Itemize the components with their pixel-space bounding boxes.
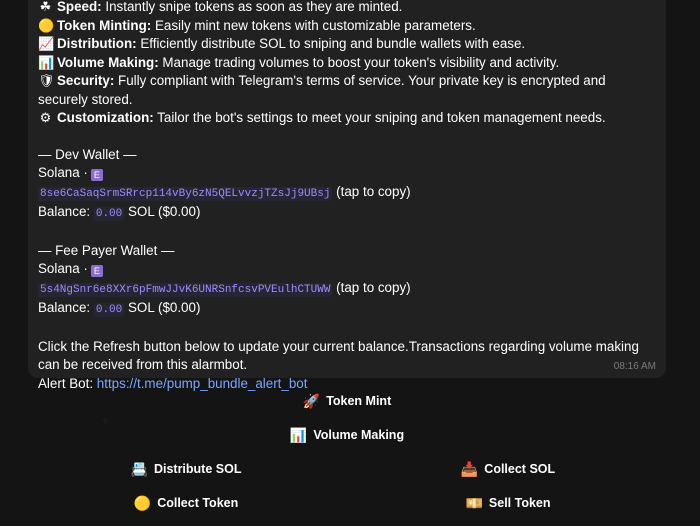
copy-hint: (tap to copy) (332, 279, 411, 295)
feature-token-minting: 🟡 Token Minting: Easily mint new tokens w… (38, 17, 656, 36)
collect-sol-button[interactable]: 📥 Collect SOL (350, 455, 666, 483)
cash-register-icon: 📇 (130, 460, 148, 477)
chain-label: Solana · (38, 261, 88, 276)
button-label: Token Mint (326, 394, 392, 408)
balance-label: Balance: (38, 300, 94, 315)
collect-token-button[interactable]: 🟡 Collect Token (28, 489, 344, 517)
shield-icon: 🛡 (38, 73, 55, 88)
feature-label: Security: (57, 73, 115, 88)
feature-label: Token Minting: (57, 17, 152, 33)
balance-label: Balance: (38, 204, 94, 219)
button-label: Volume Making (313, 428, 405, 442)
feature-text: Instantly snipe tokens as soon as they a… (101, 0, 403, 14)
dev-wallet-balance: Balance: 0.00 SOL ($0.00) (38, 203, 656, 224)
chain-label: Solana · (38, 165, 88, 180)
clover-icon: ☘ (39, 0, 52, 14)
feature-label: Volume Making: (57, 54, 159, 70)
token-mint-button[interactable]: 🚀 Token Mint (28, 387, 666, 415)
button-label: Distribute SOL (153, 462, 242, 476)
bar-chart-icon: 📊 (289, 426, 308, 443)
fee-wallet-chain: Solana · E (38, 260, 656, 279)
sell-token-button[interactable]: 💴 Sell Token (350, 489, 666, 517)
volume-making-button[interactable]: 📊 Volume Making (28, 421, 666, 449)
fee-wallet-address-row: 5s4NgSnr6e8XXr6pFmwJJvK6UNRSnfcsvPVEulhC… (38, 279, 656, 300)
button-label: Sell Token (488, 496, 551, 510)
yellow-circle-icon: 🟡 (133, 494, 152, 511)
bar-chart-icon: 📊 (38, 54, 55, 70)
fee-wallet-address[interactable]: 5s4NgSnr6e8XXr6pFmwJJvK6UNRSnfcsvPVEulhC… (38, 282, 333, 297)
feature-distribution: 📈 Distribution: Efficiently distribute SO… (38, 35, 656, 54)
feature-volume-making: 📊 Volume Making: Manage trading volumes t… (38, 54, 656, 73)
solana-badge-icon: E (90, 265, 103, 277)
footer-text: Click the Refresh button below to update… (38, 338, 639, 373)
dev-wallet-header: — Dev Wallet — (38, 146, 137, 162)
money-icon: 💴 (465, 494, 483, 511)
solana-badge-icon: E (90, 169, 103, 181)
chart-up-icon: 📈 (38, 36, 55, 51)
distribute-sol-button[interactable]: 📇 Distribute SOL (28, 455, 344, 483)
message-bubble: ☘ Speed: Instantly snipe tokens as soon a… (28, 0, 666, 391)
dev-wallet-address[interactable]: 8se6CaSaqSrmSRrcp114vBy6zN5QELvvzjTZsJj9… (38, 186, 333, 201)
feature-label: Customization: (57, 110, 154, 125)
copy-hint: (tap to copy) (332, 183, 411, 199)
feature-label: Speed: (57, 0, 102, 14)
gear-icon: ⚙ (39, 110, 52, 125)
button-label: Collect SOL (484, 462, 556, 476)
inbox-tray-icon: 📥 (460, 460, 479, 477)
balance-suffix: SOL ($0.00) (124, 204, 201, 219)
balance-value[interactable]: 0.00 (93, 207, 125, 221)
rocket-icon: 🚀 (302, 392, 321, 409)
feature-security: 🛡 Security: Fully compliant with Telegram… (38, 72, 656, 109)
chat-view: ☘ Speed: Instantly snipe tokens as soon a… (0, 0, 700, 526)
feature-text: Easily mint new tokens with customizable… (151, 17, 476, 33)
feature-text: Fully compliant with Telegram's terms of… (38, 73, 606, 107)
button-label: Collect Token (157, 496, 239, 510)
feature-text: Tailor the bot's settings to meet your s… (153, 110, 606, 125)
dev-wallet-chain: Solana · E (38, 164, 656, 183)
feature-text: Manage trading volumes to boost your tok… (158, 54, 560, 70)
fee-wallet-balance: Balance: 0.00 SOL ($0.00) (38, 299, 656, 320)
feature-speed: ☘ Speed: Instantly snipe tokens as soon a… (38, 0, 656, 17)
dev-wallet-address-row: 8se6CaSaqSrmSRrcp114vBy6zN5QELvvzjTZsJj9… (38, 183, 656, 204)
yellow-circle-icon: 🟡 (38, 17, 55, 33)
fee-wallet-header: — Fee Payer Wallet — (38, 242, 175, 258)
feature-text: Efficiently distribute SOL to sniping an… (136, 36, 526, 51)
message-timestamp: 08:16 AM (613, 360, 656, 372)
feature-customization: ⚙ Customization: Tailor the bot's setting… (38, 109, 656, 128)
balance-suffix: SOL ($0.00) (124, 300, 201, 315)
balance-value[interactable]: 0.00 (93, 303, 125, 317)
feature-label: Distribution: (57, 36, 137, 51)
